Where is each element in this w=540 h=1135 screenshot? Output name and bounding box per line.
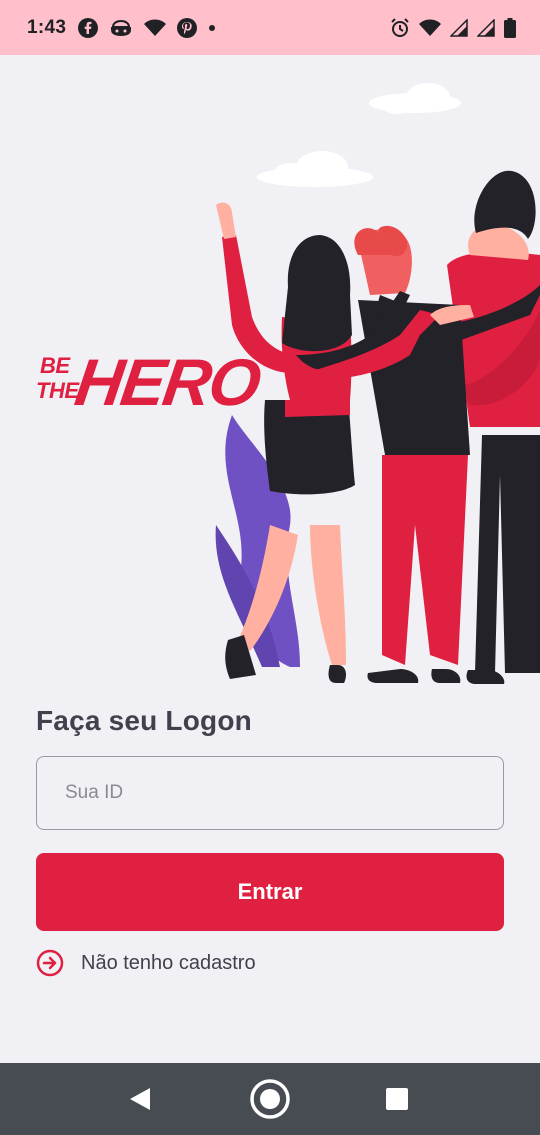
status-right — [381, 17, 516, 38]
recents-button[interactable] — [357, 1063, 437, 1135]
dot-icon — [208, 24, 216, 32]
register-link-label: Não tenho cadastro — [81, 951, 256, 974]
signal-icon — [450, 18, 468, 37]
page-title: Faça seu Logon — [36, 705, 252, 736]
wifi-icon — [144, 19, 167, 37]
alarm-icon — [390, 17, 410, 38]
navigation-bar — [0, 1063, 540, 1135]
logo-be-text: BE — [40, 353, 70, 378]
logo-the-text: THE — [36, 378, 79, 403]
cloud-icon — [257, 83, 461, 187]
battery-icon — [504, 17, 516, 38]
be-the-hero-logo: BE THE HERO — [36, 345, 264, 427]
home-button[interactable] — [230, 1063, 310, 1135]
id-input[interactable] — [36, 756, 504, 830]
logo-hero-text: HERO — [70, 345, 264, 419]
status-bar: 1:43 — [0, 0, 540, 55]
arrow-right-circle-icon — [36, 949, 64, 977]
recents-icon — [386, 1088, 408, 1110]
back-icon — [130, 1088, 150, 1110]
status-time: 1:43 — [27, 16, 67, 38]
status-left: 1:43 — [27, 17, 227, 39]
pinterest-icon — [177, 17, 198, 38]
back-button[interactable] — [100, 1063, 180, 1135]
facebook-icon — [78, 17, 99, 38]
game-icon — [109, 18, 133, 38]
logon-screen: BE THE HERO Faça seu Logon Entrar Não te… — [0, 55, 540, 1063]
register-link[interactable]: Não tenho cadastro — [36, 947, 256, 979]
signal-icon — [477, 18, 495, 37]
wifi-icon — [419, 19, 441, 37]
home-icon — [250, 1079, 290, 1119]
login-button[interactable]: Entrar — [36, 853, 504, 931]
